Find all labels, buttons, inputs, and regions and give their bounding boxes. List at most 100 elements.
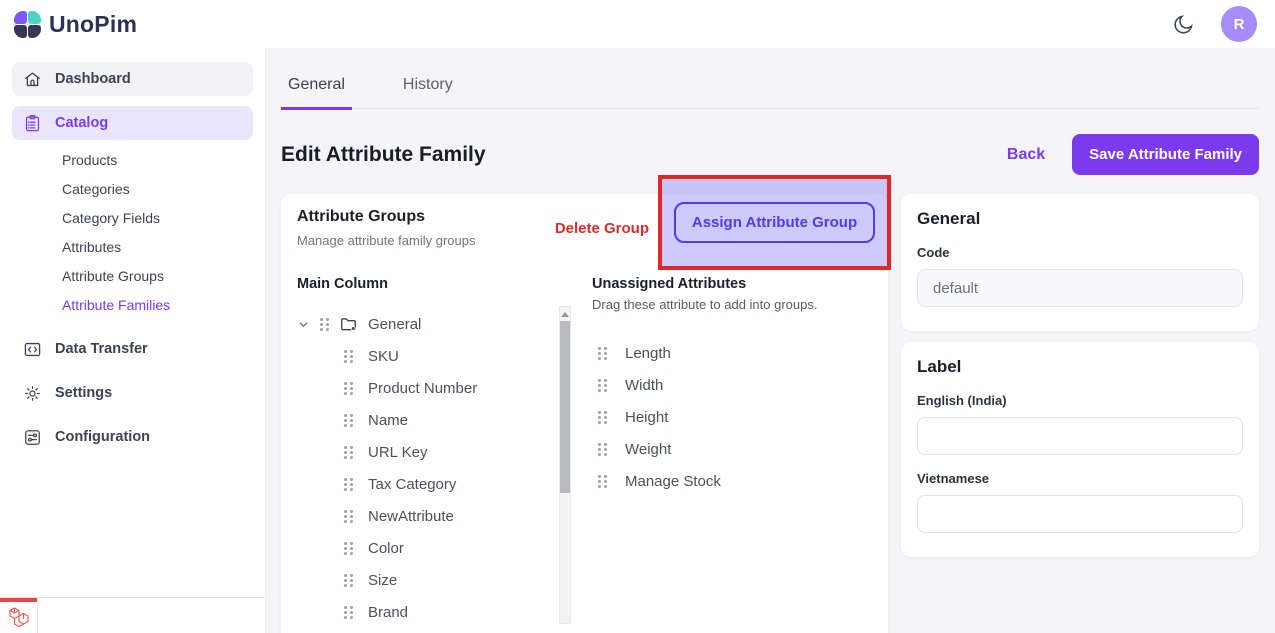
drag-handle-icon[interactable] bbox=[344, 414, 353, 427]
home-icon bbox=[23, 70, 42, 89]
dark-mode-toggle[interactable] bbox=[1172, 13, 1195, 36]
sidebar-item-category-fields[interactable]: Category Fields bbox=[62, 206, 253, 229]
tree-item-label: NewAttribute bbox=[368, 508, 454, 525]
tree-item[interactable]: URL Key bbox=[297, 436, 559, 468]
tree-item-label: Product Number bbox=[368, 380, 477, 397]
scroll-up-arrow-icon[interactable] bbox=[561, 312, 569, 317]
sidebar-item-label: Catalog bbox=[55, 115, 108, 131]
sidebar-item-configuration[interactable]: Configuration bbox=[12, 420, 253, 454]
sidebar-item-label: Configuration bbox=[55, 429, 150, 445]
drag-handle-icon[interactable] bbox=[344, 574, 353, 587]
page-title: Edit Attribute Family bbox=[281, 143, 486, 167]
unassigned-item-label: Manage Stock bbox=[625, 473, 721, 490]
drag-handle-icon[interactable] bbox=[598, 379, 607, 392]
tree-item-label: Tax Category bbox=[368, 476, 456, 493]
save-attribute-family-button[interactable]: Save Attribute Family bbox=[1072, 134, 1259, 175]
chevron-down-icon[interactable] bbox=[297, 318, 310, 331]
card-title: Label bbox=[917, 357, 1243, 377]
unassigned-item[interactable]: Weight bbox=[592, 433, 872, 465]
unopim-logo-icon bbox=[14, 11, 41, 38]
tree-item-label: Brand bbox=[368, 604, 408, 621]
drag-handle-icon[interactable] bbox=[320, 318, 329, 331]
sidebar-item-attribute-groups[interactable]: Attribute Groups bbox=[62, 264, 253, 287]
drag-handle-icon[interactable] bbox=[344, 510, 353, 523]
sidebar-item-catalog[interactable]: Catalog bbox=[12, 106, 253, 140]
tree-item[interactable]: SKU bbox=[297, 340, 559, 372]
drag-handle-icon[interactable] bbox=[344, 446, 353, 459]
debugbar-toggle[interactable] bbox=[0, 598, 38, 633]
vietnamese-label: Vietnamese bbox=[917, 471, 1243, 486]
data-transfer-icon bbox=[23, 340, 42, 359]
unassigned-item-label: Length bbox=[625, 345, 671, 362]
tree-item[interactable]: Color bbox=[297, 532, 559, 564]
sidebar-item-label: Dashboard bbox=[55, 71, 131, 87]
drag-handle-icon[interactable] bbox=[344, 350, 353, 363]
tree-item[interactable]: Product Number bbox=[297, 372, 559, 404]
code-label: Code bbox=[917, 245, 1243, 260]
tab-history[interactable]: History bbox=[396, 76, 460, 110]
tree-scrollbar[interactable] bbox=[559, 306, 571, 624]
sidebar-item-dashboard[interactable]: Dashboard bbox=[12, 62, 253, 96]
sidebar-item-label: Data Transfer bbox=[55, 341, 148, 357]
vietnamese-input[interactable] bbox=[917, 495, 1243, 533]
avatar[interactable]: R bbox=[1221, 6, 1257, 42]
drag-handle-icon[interactable] bbox=[344, 606, 353, 619]
back-button[interactable]: Back bbox=[1007, 146, 1045, 164]
clipboard-icon bbox=[23, 114, 42, 133]
unassigned-item[interactable]: Length bbox=[592, 337, 872, 369]
main-column-heading: Main Column bbox=[297, 276, 559, 292]
brand-logo[interactable]: UnoPim bbox=[14, 11, 137, 38]
sidebar: Dashboard Catalog Products Categories Ca… bbox=[0, 48, 266, 633]
general-card: General Code bbox=[901, 194, 1259, 331]
drag-handle-icon[interactable] bbox=[344, 542, 353, 555]
english-india-label: English (India) bbox=[917, 393, 1243, 408]
sidebar-item-settings[interactable]: Settings bbox=[12, 376, 253, 410]
drag-handle-icon[interactable] bbox=[344, 478, 353, 491]
unassigned-list: Length Width Height bbox=[592, 337, 872, 497]
sidebar-item-attribute-families[interactable]: Attribute Families bbox=[62, 293, 253, 316]
tree-item[interactable]: Brand bbox=[297, 596, 559, 628]
drag-handle-icon[interactable] bbox=[598, 443, 607, 456]
drag-handle-icon[interactable] bbox=[598, 411, 607, 424]
assign-attribute-group-button[interactable]: Assign Attribute Group bbox=[674, 202, 875, 243]
unassigned-item[interactable]: Manage Stock bbox=[592, 465, 872, 497]
unassigned-item-label: Height bbox=[625, 409, 668, 426]
sidebar-item-categories[interactable]: Categories bbox=[62, 177, 253, 200]
drag-handle-icon[interactable] bbox=[344, 382, 353, 395]
tree-item-label: SKU bbox=[368, 348, 399, 365]
attribute-group-tree: General SKU Product Number bbox=[297, 308, 559, 628]
unassigned-heading: Unassigned Attributes bbox=[592, 276, 872, 292]
sidebar-footer bbox=[0, 597, 265, 633]
code-input[interactable] bbox=[917, 269, 1243, 307]
delete-group-button[interactable]: Delete Group bbox=[555, 220, 649, 237]
moon-icon bbox=[1172, 13, 1195, 36]
sidebar-item-data-transfer[interactable]: Data Transfer bbox=[12, 332, 253, 366]
drag-handle-icon[interactable] bbox=[598, 347, 607, 360]
tree-item-label: Size bbox=[368, 572, 397, 589]
sliders-icon bbox=[23, 428, 42, 447]
tree-group-row[interactable]: General bbox=[297, 308, 559, 340]
card-title: General bbox=[917, 209, 1243, 229]
brand-name: UnoPim bbox=[49, 11, 137, 38]
sidebar-item-label: Settings bbox=[55, 385, 112, 401]
tree-item[interactable]: NewAttribute bbox=[297, 500, 559, 532]
unassigned-subtitle: Drag these attribute to add into groups. bbox=[592, 297, 872, 312]
english-india-input[interactable] bbox=[917, 417, 1243, 455]
label-card: Label English (India) Vietnamese bbox=[901, 342, 1259, 557]
unassigned-item[interactable]: Width bbox=[592, 369, 872, 401]
tree-item[interactable]: Size bbox=[297, 564, 559, 596]
sidebar-item-products[interactable]: Products bbox=[62, 148, 253, 171]
unassigned-item[interactable]: Height bbox=[592, 401, 872, 433]
tab-bar: General History bbox=[281, 48, 1259, 109]
top-header: UnoPim R bbox=[0, 0, 1275, 48]
attribute-groups-card: Assign Attribute Group Attribute Groups … bbox=[281, 194, 888, 633]
sidebar-item-attributes[interactable]: Attributes bbox=[62, 235, 253, 258]
drag-handle-icon[interactable] bbox=[598, 475, 607, 488]
scrollbar-thumb[interactable] bbox=[560, 321, 570, 493]
tree-item[interactable]: Tax Category bbox=[297, 468, 559, 500]
tab-general[interactable]: General bbox=[281, 76, 352, 110]
folder-icon bbox=[339, 315, 358, 334]
tree-item[interactable]: Name bbox=[297, 404, 559, 436]
annotation-highlight-box: Assign Attribute Group bbox=[658, 175, 891, 270]
unassigned-item-label: Weight bbox=[625, 441, 671, 458]
